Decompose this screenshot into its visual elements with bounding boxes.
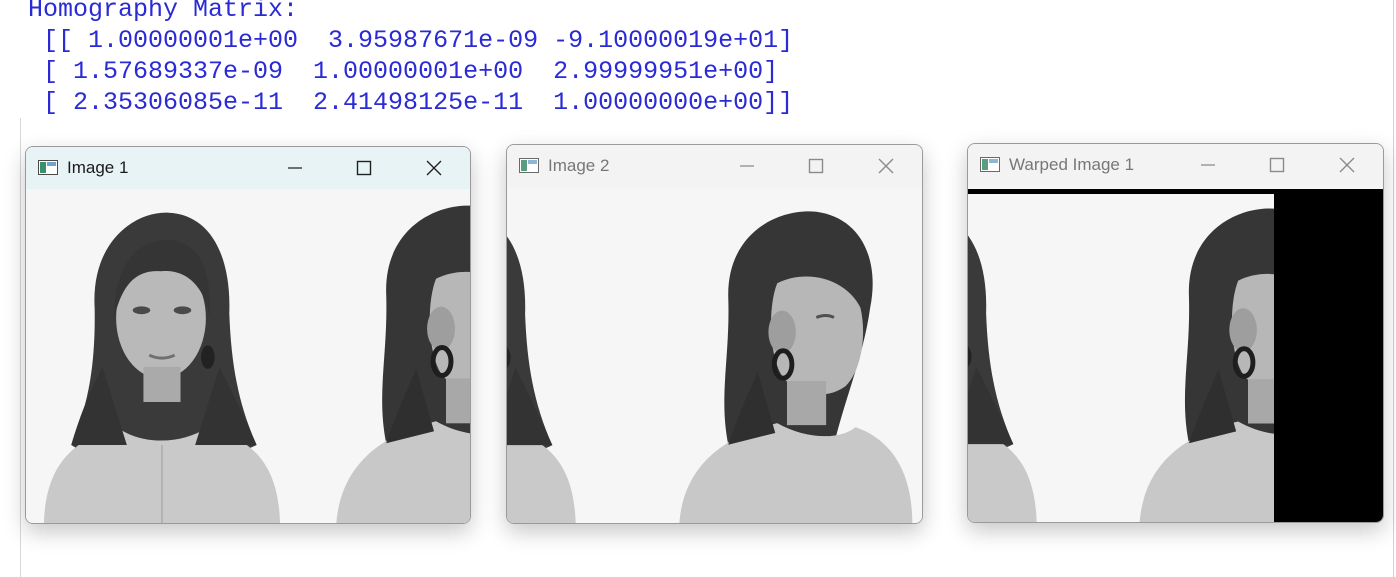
maximize-icon <box>356 160 372 176</box>
minimize-button[interactable] <box>1190 150 1226 180</box>
maximize-button[interactable] <box>1259 150 1295 180</box>
close-icon <box>1339 157 1355 173</box>
minimize-button[interactable] <box>729 151 765 181</box>
image-2-photo <box>507 190 922 523</box>
opencv-window-icon <box>519 158 539 173</box>
warped-image-1-photo <box>968 189 1383 522</box>
opencv-window-icon <box>38 160 58 175</box>
image-2-canvas <box>507 190 922 523</box>
warped-image-1-canvas <box>968 189 1383 522</box>
window-title: Image 1 <box>67 158 129 177</box>
close-button[interactable] <box>1329 150 1365 180</box>
console-left-divider <box>20 118 21 577</box>
image-1-photo <box>26 189 470 523</box>
opencv-window-icon <box>980 157 1000 172</box>
warp-fill-right <box>1274 189 1383 522</box>
maximize-icon <box>808 158 824 174</box>
console-scroll-edge <box>1393 0 1394 577</box>
close-icon <box>426 160 442 176</box>
image-2-window[interactable]: Image 2 <box>506 144 923 524</box>
minimize-icon <box>1201 164 1215 166</box>
window-title: Warped Image 1 <box>1009 155 1135 174</box>
image-1-canvas <box>26 189 470 523</box>
minimize-icon <box>740 165 754 167</box>
console-line-row-1: [[ 1.00000001e+00 3.95987671e-09 -9.1000… <box>28 26 794 55</box>
minimize-icon <box>288 167 302 169</box>
close-icon <box>878 158 894 174</box>
maximize-button[interactable] <box>798 151 834 181</box>
maximize-button[interactable] <box>346 153 382 183</box>
close-button[interactable] <box>868 151 904 181</box>
console-line-header: Homography Matrix: <box>28 0 299 24</box>
warped-image-1-title-bar[interactable]: Warped Image 1 <box>968 144 1383 186</box>
minimize-button[interactable] <box>277 153 313 183</box>
image-1-title-bar[interactable]: Image 1 <box>26 147 470 189</box>
console-line-row-3: [ 2.35306085e-11 2.41498125e-11 1.000000… <box>28 88 794 117</box>
image-1-window[interactable]: Image 1 <box>25 146 471 524</box>
image-2-title-bar[interactable]: Image 2 <box>507 145 922 187</box>
window-title: Image 2 <box>548 156 610 175</box>
warped-image-1-window[interactable]: Warped Image 1 <box>967 143 1384 523</box>
close-button[interactable] <box>416 153 452 183</box>
console-line-row-2: [ 1.57689337e-09 1.00000001e+00 2.999999… <box>28 57 779 86</box>
maximize-icon <box>1269 157 1285 173</box>
